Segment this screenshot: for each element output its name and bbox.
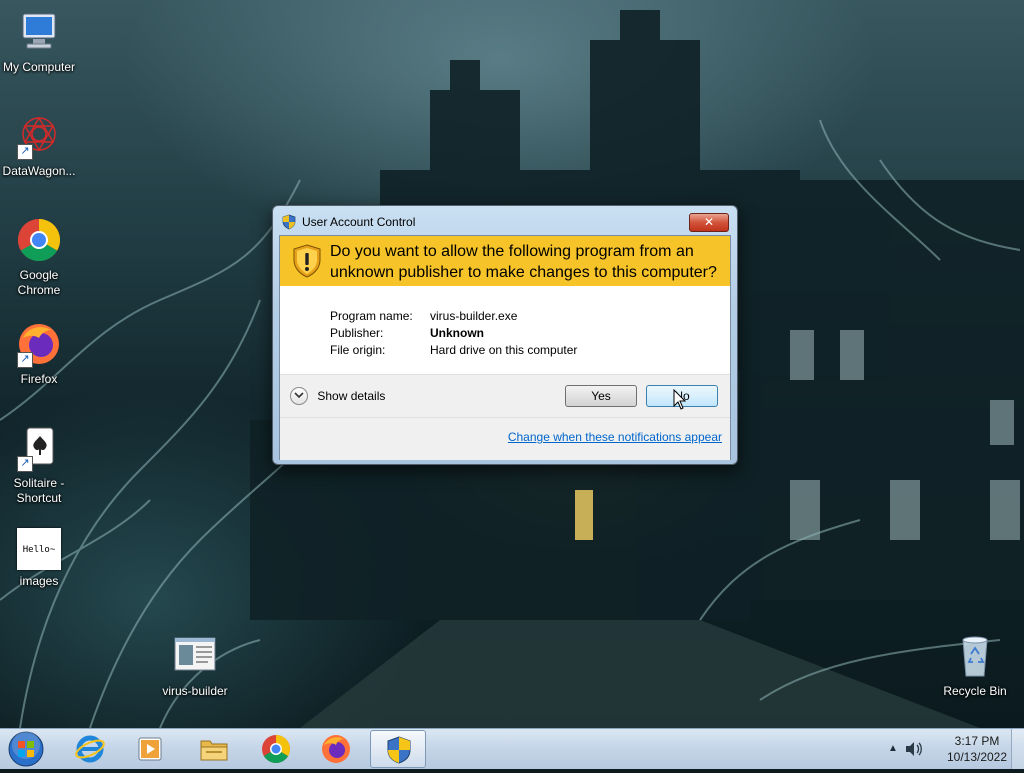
file-origin-value: Hard drive on this computer — [430, 343, 578, 357]
uac-shield-icon — [282, 214, 296, 230]
application-icon — [171, 632, 219, 680]
firefox-icon — [322, 735, 350, 763]
divider — [280, 417, 730, 418]
windows-logo-icon — [8, 731, 44, 767]
taskbar-chrome[interactable] — [248, 730, 304, 768]
media-player-icon — [138, 737, 162, 761]
image-preview-text: Hello~ — [22, 545, 56, 555]
uac-dialog[interactable]: User Account Control ✕ Do you want to al… — [272, 205, 738, 465]
mouse-cursor-icon — [673, 389, 687, 410]
change-notifications-link[interactable]: Change when these notifications appear — [508, 430, 722, 444]
desktop-icon-label: Recycle Bin — [943, 684, 1007, 698]
program-name-value: virus-builder.exe — [430, 309, 518, 323]
taskbar-internet-explorer[interactable] — [62, 730, 118, 768]
publisher-value: Unknown — [430, 326, 484, 340]
desktop-icon-recycle-bin[interactable]: Recycle Bin — [936, 632, 1014, 699]
info-label: Program name: — [330, 309, 413, 323]
desktop-icon-label: images — [19, 574, 59, 588]
desktop-icon-firefox[interactable]: ↗ Firefox — [0, 320, 78, 387]
uac-body: Do you want to allow the following progr… — [279, 235, 731, 460]
taskbar-firefox[interactable] — [308, 730, 364, 768]
desktop-icon-label: DataWagon... — [2, 164, 76, 178]
warning-shield-icon — [293, 244, 321, 278]
taskbar: ▲ 3:17 PM 10/13/2022 — [0, 728, 1024, 769]
taskbar-media-player[interactable] — [122, 730, 178, 768]
desktop-icon-label: Firefox — [20, 372, 58, 386]
clock[interactable]: 3:17 PM 10/13/2022 — [938, 733, 1016, 765]
datawagon-icon: ↗ — [15, 112, 63, 160]
uac-title: User Account Control — [302, 215, 416, 229]
uac-titlebar[interactable]: User Account Control ✕ — [273, 206, 737, 232]
desktop-icon-virus-builder[interactable]: virus-builder — [156, 632, 234, 699]
chevron-down-icon — [290, 387, 308, 405]
computer-icon — [15, 8, 63, 56]
chrome-icon — [262, 735, 290, 763]
yes-button[interactable]: Yes — [565, 385, 637, 407]
internet-explorer-icon — [75, 735, 105, 763]
info-label: File origin: — [330, 343, 386, 357]
clock-date: 10/13/2022 — [946, 750, 1008, 764]
desktop-icon-label: My Computer — [2, 60, 76, 74]
chrome-icon — [15, 216, 63, 264]
show-details-toggle[interactable]: Show details — [290, 387, 385, 407]
desktop-icon-images[interactable]: Hello~ images — [0, 528, 78, 589]
show-details-label: Show details — [317, 389, 386, 403]
show-desktop-button[interactable] — [1011, 729, 1024, 769]
volume-icon[interactable] — [904, 741, 924, 757]
desktop-icon-label: Solitaire - Shortcut — [13, 476, 65, 505]
shortcut-arrow-icon: ↗ — [17, 352, 33, 368]
clock-time: 3:17 PM — [954, 734, 1000, 748]
start-button[interactable] — [4, 730, 48, 768]
recycle-bin-icon — [951, 632, 999, 680]
desktop-icon-solitaire[interactable]: ↗ Solitaire - Shortcut — [0, 424, 78, 506]
image-file-icon: Hello~ — [17, 528, 61, 570]
uac-shield-icon — [387, 736, 411, 764]
uac-warning-banner: Do you want to allow the following progr… — [280, 236, 730, 286]
uac-question: Do you want to allow the following progr… — [330, 243, 717, 281]
desktop-icon-label: Google Chrome — [17, 268, 61, 297]
firefox-icon: ↗ — [15, 320, 63, 368]
desktop-icon-datawagon[interactable]: ↗ DataWagon... — [0, 112, 78, 179]
uac-actions: Show details Yes No Change when these no… — [280, 374, 730, 460]
taskbar-file-explorer[interactable] — [186, 730, 242, 768]
show-hidden-icons-button[interactable]: ▲ — [888, 743, 898, 754]
solitaire-icon: ↗ — [15, 424, 63, 472]
desktop-icon-google-chrome[interactable]: Google Chrome — [0, 216, 78, 298]
file-explorer-icon — [200, 740, 228, 761]
info-label: Publisher: — [330, 326, 384, 340]
desktop-icon-my-computer[interactable]: My Computer — [0, 8, 78, 75]
close-button[interactable]: ✕ — [689, 213, 729, 232]
shortcut-arrow-icon: ↗ — [17, 456, 33, 472]
taskbar-uac-prompt[interactable] — [370, 730, 426, 768]
desktop-icon-label: virus-builder — [162, 684, 228, 698]
system-tray: ▲ 3:17 PM 10/13/2022 — [876, 729, 1016, 769]
shortcut-arrow-icon: ↗ — [17, 144, 33, 160]
